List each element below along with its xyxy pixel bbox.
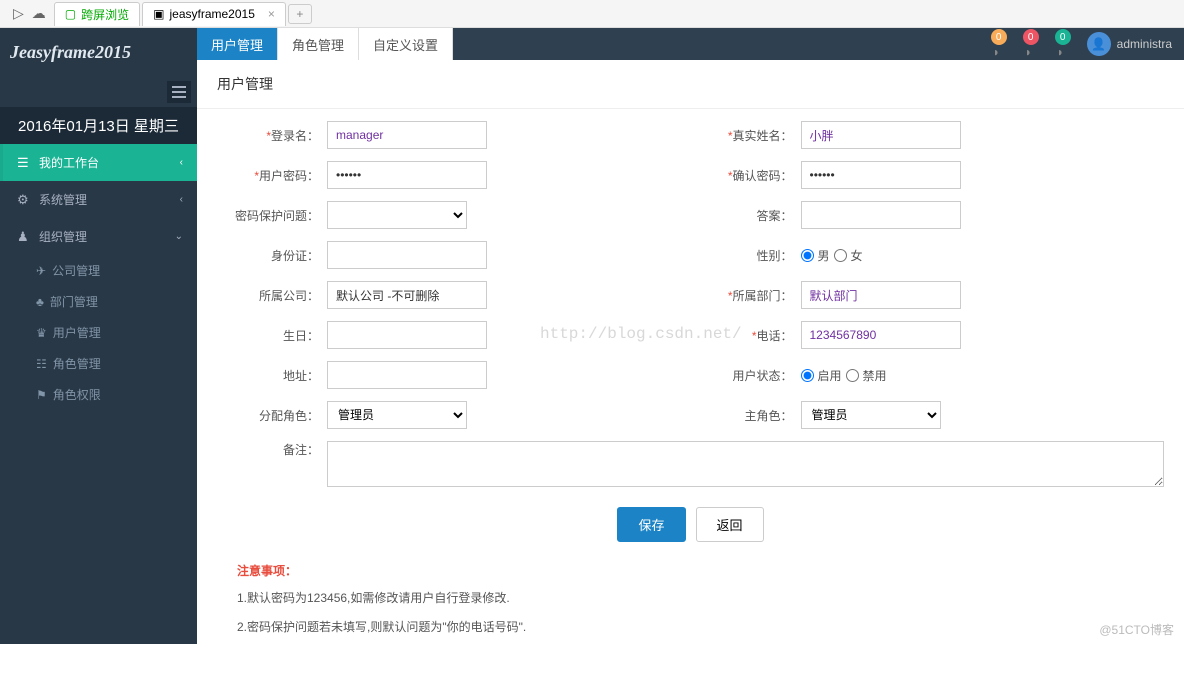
main-area: 用户管理 角色管理 自定义设置 0◗ 0◗ 0◗ 👤 administra 用户… [197,28,1184,644]
label-dept: *所属部门： [691,287,801,304]
save-button[interactable]: 保存 [617,507,685,542]
user-icon: ♛ [36,326,47,340]
label-confirm: *确认密码： [691,167,801,184]
label-assign-role: 分配角色： [217,407,327,424]
select-main-role[interactable]: 管理员 [801,401,941,429]
play-icon[interactable]: ▷ [13,5,24,22]
nav-sub-company[interactable]: ✈公司管理 [0,255,197,286]
sidebar: Jeasyframe2015 2016年01月13日 星期三 ☰ 我的工作台 ‹… [0,28,197,644]
date-display: 2016年01月13日 星期三 [0,107,197,144]
input-address[interactable] [327,361,487,389]
nav-sub-user[interactable]: ♛用户管理 [0,317,197,348]
notif-3[interactable]: 0◗ [1055,29,1071,59]
input-phone[interactable] [801,321,961,349]
radio-disable[interactable] [846,369,859,382]
tab-user-mgmt[interactable]: 用户管理 [197,28,278,60]
tab-label: 跨屏浏览 [81,6,129,23]
label-main-role: 主角色： [691,407,801,424]
radio-female[interactable] [834,249,847,262]
input-birthday[interactable] [327,321,487,349]
notes-section: 注意事项： 1.默认密码为123456,如需修改请用户自行登录修改. 2.密码保… [217,562,1164,667]
dot-icon: ◗ [1057,45,1064,59]
user-form: *登录名： *真实姓名： *用户密码： *确认密码： [197,109,1184,679]
radio-gender: 男 女 [801,247,863,264]
textarea-remark[interactable] [327,441,1164,487]
note-1: 1.默认密码为123456,如需修改请用户自行登录修改. [237,589,1144,608]
note-2: 2.密码保护问题若未填写,则默认问题为"你的电话号码". [237,618,1144,637]
browser-nav-icons: ▷ ☁ [5,5,54,22]
avatar-icon: 👤 [1087,32,1111,56]
select-question[interactable] [327,201,467,229]
nav-system[interactable]: ⚙ 系统管理 ‹ [0,181,197,218]
topbar: 用户管理 角色管理 自定义设置 0◗ 0◗ 0◗ 👤 administra [197,28,1184,60]
label-question: 密码保护问题： [217,207,327,224]
input-realname[interactable] [801,121,961,149]
nav-sub-perm[interactable]: ⚑角色权限 [0,379,197,410]
select-assign-role[interactable]: 管理员 [327,401,467,429]
chevron-left-icon: ‹ [180,157,183,168]
input-company[interactable] [327,281,487,309]
nav-label: 系统管理 [39,191,87,208]
users-icon: ♟ [17,229,31,245]
role-icon: ☷ [36,357,47,371]
user-menu[interactable]: 👤 administra [1087,32,1172,56]
label-gender: 性别： [691,247,801,264]
tab-custom[interactable]: 自定义设置 [359,28,453,60]
nav-sub-role[interactable]: ☷角色管理 [0,348,197,379]
input-answer[interactable] [801,201,961,229]
input-password[interactable] [327,161,487,189]
radio-status: 启用 禁用 [801,367,887,384]
radio-male[interactable] [801,249,814,262]
label-company: 所属公司： [217,287,327,304]
browser-tab-2[interactable]: ▣ jeasyframe2015 × [142,2,286,26]
tab-icon: ▢ [65,7,76,21]
back-button[interactable]: 返回 [696,507,764,542]
label-login: *登录名： [217,127,327,144]
label-realname: *真实姓名： [691,127,801,144]
list-icon: ☰ [17,155,31,171]
close-icon[interactable]: × [268,7,275,21]
browser-tab-1[interactable]: ▢ 跨屏浏览 [54,2,140,26]
label-address: 地址： [217,367,327,384]
input-login[interactable] [327,121,487,149]
chevron-left-icon: ‹ [180,194,183,205]
label-idcard: 身份证： [217,247,327,264]
dot-icon: ◗ [993,45,1000,59]
label-birthday: 生日： [217,327,327,344]
perm-icon: ⚑ [36,388,47,402]
label-password: *用户密码： [217,167,327,184]
cto-watermark: @51CTO博客 [1099,621,1174,638]
gear-icon: ⚙ [17,192,31,208]
new-tab-button[interactable]: + [288,4,312,24]
notes-title: 注意事项： [237,562,1144,579]
nav-org[interactable]: ♟ 组织管理 ⌄ [0,218,197,255]
radio-enable[interactable] [801,369,814,382]
sidebar-toggle[interactable] [167,81,191,103]
input-confirm[interactable] [801,161,961,189]
group-icon: ♣ [36,295,44,309]
nav-label: 组织管理 [39,228,87,245]
label-remark: 备注： [217,441,327,487]
notif-2[interactable]: 0◗ [1023,29,1039,59]
username: administra [1117,37,1172,51]
tab-icon: ▣ [153,7,164,21]
logo: Jeasyframe2015 [0,28,197,77]
browser-chrome: ▷ ☁ ▢ 跨屏浏览 ▣ jeasyframe2015 × + [0,0,1184,28]
tab-role-mgmt[interactable]: 角色管理 [278,28,359,60]
paperplane-icon: ✈ [36,264,46,278]
nav-label: 我的工作台 [39,154,99,171]
page-title: 用户管理 [197,60,1184,109]
notif-1[interactable]: 0◗ [991,29,1007,59]
nav-workbench[interactable]: ☰ 我的工作台 ‹ [0,144,197,181]
label-status: 用户状态： [691,367,801,384]
cloud-icon[interactable]: ☁ [32,5,46,22]
label-phone: *电话： [691,327,801,344]
input-dept[interactable] [801,281,961,309]
label-answer: 答案： [691,207,801,224]
tab-label: jeasyframe2015 [169,7,254,21]
chevron-down-icon: ⌄ [175,231,183,242]
input-idcard[interactable] [327,241,487,269]
dot-icon: ◗ [1025,45,1032,59]
nav-sub-dept[interactable]: ♣部门管理 [0,286,197,317]
